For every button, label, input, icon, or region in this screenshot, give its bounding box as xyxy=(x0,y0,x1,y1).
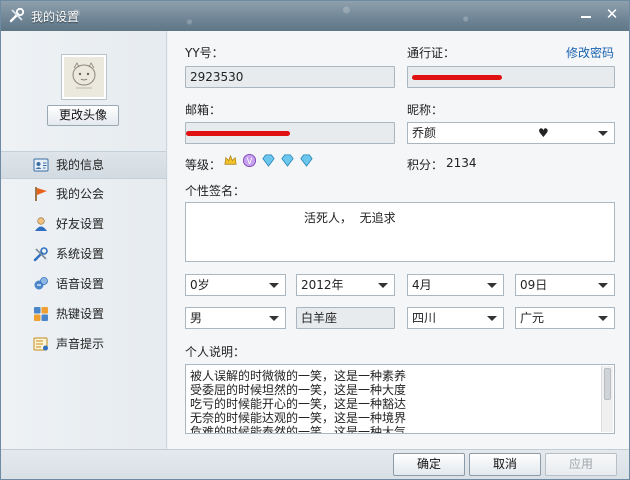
description-textarea[interactable]: 被人误解的时微微的一笑，这是一种素养 受委屈的时候坦然的一笑，这是一种大度 吃亏… xyxy=(185,364,615,434)
settings-window: 我的设置 ✕ 更改头像 我的信息 我的公会 好友设置 系统设置 语音设置 热键设… xyxy=(0,0,630,480)
scrollbar-thumb[interactable] xyxy=(604,368,611,400)
hotkey-icon xyxy=(34,307,48,321)
birth-day-value: 09日 xyxy=(520,278,548,292)
close-button[interactable]: ✕ xyxy=(601,5,623,23)
description-lines: 被人误解的时微微的一笑，这是一种素养 受委屈的时候坦然的一笑，这是一种大度 吃亏… xyxy=(186,369,407,434)
age-value: 0岁 xyxy=(190,278,210,292)
nav-label: 我的信息 xyxy=(56,158,105,172)
yy-number-label: YY号： xyxy=(185,46,224,60)
crown-icon xyxy=(224,154,237,165)
nav-label: 好友设置 xyxy=(56,217,105,231)
title-bar[interactable]: 我的设置 ✕ xyxy=(1,1,629,31)
nickname-heart: ♥ xyxy=(538,126,549,140)
ok-button[interactable]: 确定 xyxy=(393,453,465,476)
nav-item-my-guild[interactable]: 我的公会 xyxy=(1,179,166,209)
description-label: 个人说明： xyxy=(185,345,246,359)
description-scrollbar[interactable] xyxy=(601,366,613,432)
chevron-down-icon xyxy=(269,283,279,288)
chevron-down-icon xyxy=(487,316,497,321)
nav-item-my-info[interactable]: 我的信息 xyxy=(1,151,166,179)
chevron-down-icon xyxy=(598,131,608,136)
redaction-mark xyxy=(186,131,290,136)
button-bar: 确定 取消 应用 xyxy=(1,449,629,479)
age-select[interactable]: 0岁 xyxy=(185,274,286,296)
nav-item-friend-settings[interactable]: 好友设置 xyxy=(1,209,166,239)
description-line: 危难的时候能泰然的一笑，这是一种大气 xyxy=(190,425,407,434)
passport-label: 通行证： xyxy=(407,46,456,60)
cancel-button[interactable]: 取消 xyxy=(469,453,541,476)
zodiac-field: 白羊座 xyxy=(296,307,395,329)
email-label: 邮箱： xyxy=(185,103,222,117)
diamond-icon xyxy=(262,154,275,167)
points-value: 2134 xyxy=(446,156,477,170)
nickname-label: 昵称： xyxy=(407,103,444,117)
chevron-down-icon xyxy=(378,283,388,288)
person-icon xyxy=(35,217,47,231)
city-select[interactable]: 广元 xyxy=(515,307,615,329)
tools-icon xyxy=(33,247,48,262)
province-select[interactable]: 四川 xyxy=(407,307,504,329)
diamond-icon xyxy=(281,154,294,167)
settings-nav: 我的信息 我的公会 好友设置 系统设置 语音设置 热键设置 声音提示 xyxy=(1,151,166,359)
nav-label: 热键设置 xyxy=(56,307,105,321)
nav-item-voice-settings[interactable]: 语音设置 xyxy=(1,269,166,299)
city-value: 广元 xyxy=(520,311,545,325)
chevron-down-icon xyxy=(598,283,608,288)
birth-month-select[interactable]: 4月 xyxy=(407,274,504,296)
nickname-value: 乔颜 xyxy=(412,126,437,140)
nav-label: 声音提示 xyxy=(56,337,105,351)
passport-field xyxy=(407,66,615,88)
nav-item-hotkey-settings[interactable]: 热键设置 xyxy=(1,299,166,329)
description-line: 受委屈的时候坦然的一笑，这是一种大度 xyxy=(190,383,407,397)
change-avatar-button[interactable]: 更改头像 xyxy=(47,105,119,126)
close-icon: ✕ xyxy=(605,5,619,23)
avatar-frame xyxy=(61,54,107,100)
avatar xyxy=(64,57,104,97)
chevron-down-icon xyxy=(487,283,497,288)
description-line: 被人误解的时微微的一笑，这是一种素养 xyxy=(190,369,407,383)
minimize-button[interactable] xyxy=(575,5,597,23)
tools-icon xyxy=(9,7,25,23)
gender-value: 男 xyxy=(190,311,203,325)
window-title: 我的设置 xyxy=(31,10,80,24)
flag-icon xyxy=(35,187,47,201)
yy-number-field: 2923530 xyxy=(185,66,395,88)
nav-label: 语音设置 xyxy=(56,277,105,291)
left-pane: 更改头像 我的信息 我的公会 好友设置 系统设置 语音设置 热键设置 声音提示 xyxy=(1,31,167,449)
nav-item-system-settings[interactable]: 系统设置 xyxy=(1,239,166,269)
points-label: 积分： xyxy=(407,158,444,172)
signature-input[interactable]: 活死人， 无追求 xyxy=(185,202,615,262)
voice-icon xyxy=(34,277,48,290)
apply-button[interactable]: 应用 xyxy=(545,453,617,476)
nav-label: 系统设置 xyxy=(56,247,105,261)
birth-day-select[interactable]: 09日 xyxy=(515,274,615,296)
description-line: 无奈的时候能达观的一笑，这是一种境界 xyxy=(190,411,407,425)
level-label: 等级： xyxy=(185,158,222,172)
nickname-input[interactable]: 乔颜 ♥ xyxy=(407,122,615,144)
minimize-icon xyxy=(581,16,591,18)
nav-item-sound-alerts[interactable]: 声音提示 xyxy=(1,329,166,359)
birth-month-value: 4月 xyxy=(412,278,432,292)
gender-select[interactable]: 男 xyxy=(185,307,286,329)
change-password-link[interactable]: 修改密码 xyxy=(566,44,614,61)
redaction-mark xyxy=(412,75,502,80)
signature-text: 活死人， 无追求 xyxy=(304,211,396,225)
sound-icon xyxy=(33,337,48,351)
nav-label: 我的公会 xyxy=(56,187,105,201)
signature-label: 个性签名： xyxy=(185,184,246,198)
moon-badge-icon: V xyxy=(242,153,257,168)
user-card-icon xyxy=(33,158,49,172)
svg-text:V: V xyxy=(247,156,253,166)
birth-year-value: 2012年 xyxy=(301,278,344,292)
description-line: 吃亏的时候能开心的一笑，这是一种豁达 xyxy=(190,397,407,411)
birth-year-select[interactable]: 2012年 xyxy=(296,274,395,296)
province-value: 四川 xyxy=(412,311,437,325)
chevron-down-icon xyxy=(598,316,608,321)
email-field xyxy=(185,122,395,144)
my-info-panel: YY号： 2923530 通行证： 修改密码 邮箱： 昵称： 乔颜 ♥ 等级： … xyxy=(168,31,629,449)
chevron-down-icon xyxy=(269,316,279,321)
diamond-icon xyxy=(300,154,313,167)
